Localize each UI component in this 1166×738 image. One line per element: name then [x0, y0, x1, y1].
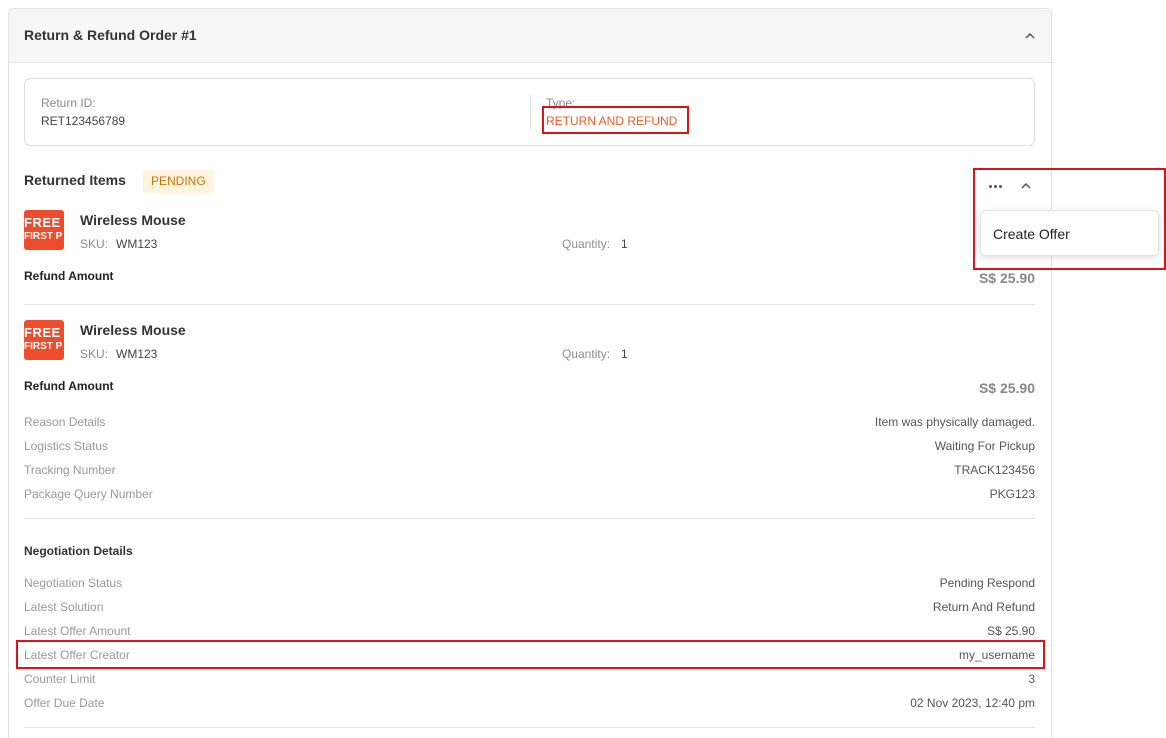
divider: [24, 518, 1035, 519]
item-actions: [985, 178, 1045, 196]
counter-limit-value: 3: [1028, 672, 1035, 686]
tracking-number-value: TRACK123456: [954, 463, 1035, 477]
offer-due-date-label: Offer Due Date: [24, 696, 105, 710]
package-query-number-value: PKG123: [989, 487, 1035, 501]
card-title: Return & Refund Order #1: [24, 27, 197, 43]
sku-value: WM123: [116, 237, 158, 251]
reason-details-value: Item was physically damaged.: [874, 415, 1035, 429]
package-query-number-label: Package Query Number: [24, 487, 153, 501]
offer-due-date-value: 02 Nov 2023, 12:40 pm: [910, 696, 1035, 710]
product-thumbnail: FREE FIRST P: [24, 320, 64, 360]
negotiation-details-title: Negotiation Details: [24, 544, 133, 558]
more-horizontal-icon[interactable]: [985, 178, 1005, 194]
status-badge: PENDING: [143, 170, 214, 193]
latest-offer-amount-value: S$ 25.90: [986, 624, 1035, 638]
latest-solution-value: Return And Refund: [932, 600, 1035, 614]
return-id-value: RET123456789: [41, 114, 126, 128]
latest-offer-amount-label: Latest Offer Amount: [24, 624, 131, 638]
latest-offer-creator-label: Latest Offer Creator: [24, 648, 130, 662]
sku-value: WM123: [116, 347, 158, 361]
negotiation-status-value: Pending Respond: [939, 576, 1035, 590]
latest-solution-label: Latest Solution: [24, 600, 104, 614]
type-label: Type:: [546, 96, 576, 110]
return-info-box: Return ID: RET123456789 Type: RETURN AND…: [24, 78, 1035, 146]
refund-amount-label: Refund Amount: [24, 269, 114, 283]
divider: [24, 304, 1035, 305]
tracking-number-label: Tracking Number: [24, 463, 116, 477]
refund-amount-value: S$ 25.90: [978, 270, 1035, 286]
negotiation-status-label: Negotiation Status: [24, 576, 123, 590]
reason-details-label: Reason Details: [24, 415, 106, 429]
returned-items-title: Returned Items: [24, 172, 126, 188]
item-name: Wireless Mouse: [80, 322, 186, 338]
quantity-value: 1: [621, 237, 628, 251]
refund-amount-label: Refund Amount: [24, 379, 114, 393]
refund-amount-value: S$ 25.90: [978, 380, 1035, 396]
type-value: RETURN AND REFUND: [546, 114, 678, 128]
return-id-label: Return ID:: [41, 96, 96, 110]
quantity-value: 1: [621, 347, 628, 361]
quantity-label: Quantity:: [562, 237, 611, 251]
info-divider: [530, 95, 531, 129]
logistics-status-label: Logistics Status: [24, 439, 109, 453]
actions-dropdown-menu: Create Offer: [980, 210, 1159, 256]
item-name: Wireless Mouse: [80, 212, 186, 228]
create-offer-menu-item[interactable]: Create Offer: [993, 226, 1070, 242]
latest-offer-creator-value: my_username: [958, 648, 1035, 662]
sku-label: SKU:: [80, 347, 109, 361]
chevron-up-icon[interactable]: [1023, 29, 1037, 43]
product-thumbnail: FREE FIRST P: [24, 210, 64, 250]
counter-limit-label: Counter Limit: [24, 672, 96, 686]
quantity-label: Quantity:: [562, 347, 611, 361]
divider: [24, 727, 1035, 728]
chevron-up-icon[interactable]: [1019, 179, 1033, 193]
card-header[interactable]: Return & Refund Order #1: [9, 9, 1051, 63]
sku-label: SKU:: [80, 237, 109, 251]
logistics-status-value: Waiting For Pickup: [934, 439, 1035, 453]
